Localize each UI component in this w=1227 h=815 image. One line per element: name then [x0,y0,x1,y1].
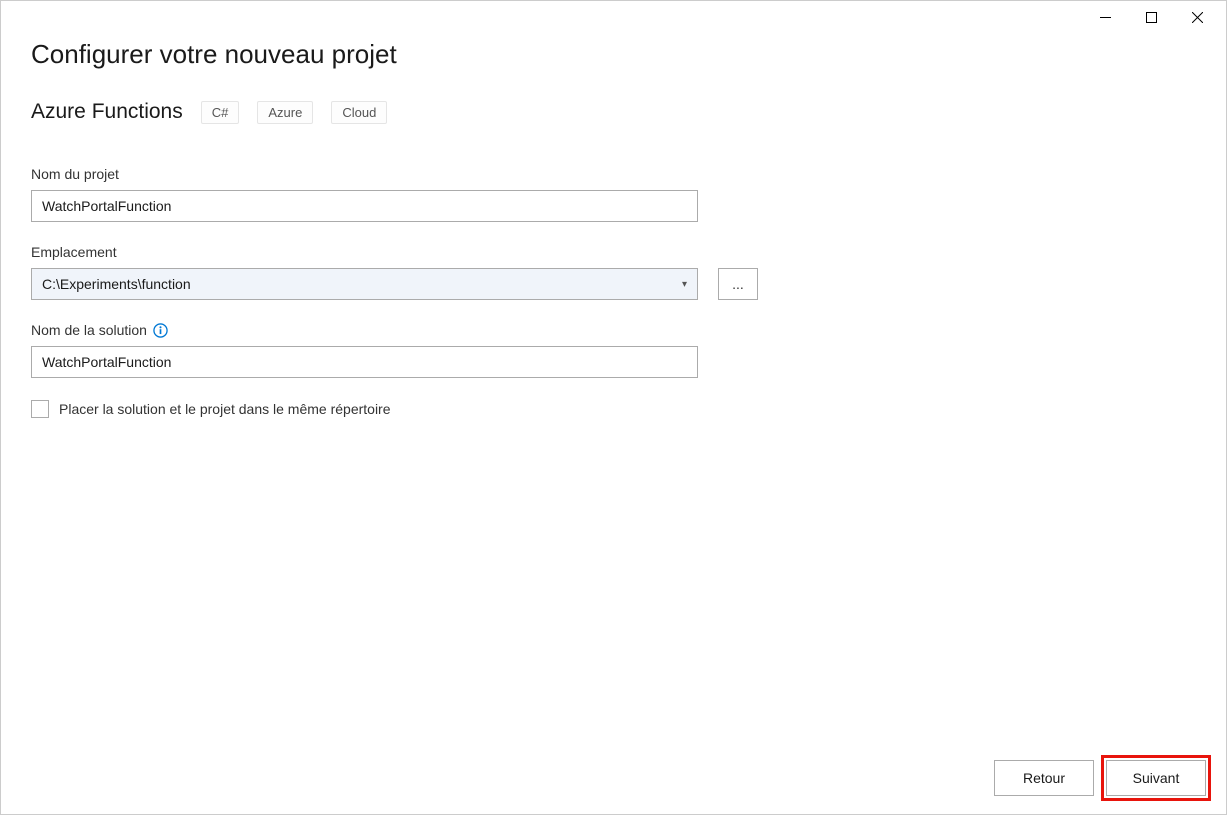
browse-button[interactable]: ... [718,268,758,300]
title-bar [1,1,1226,33]
next-button[interactable]: Suivant [1106,760,1206,796]
footer-buttons: Retour Suivant [994,760,1206,796]
minimize-button[interactable] [1082,1,1128,33]
subtitle-row: Azure Functions C# Azure Cloud [31,100,1196,124]
page-title: Configurer votre nouveau projet [31,39,1196,70]
same-directory-row: Placer la solution et le projet dans le … [31,400,1196,418]
tag-cloud: Cloud [331,101,387,124]
project-name-label: Nom du projet [31,166,1196,182]
location-value: C:\Experiments\function [42,276,191,292]
close-button[interactable] [1174,1,1220,33]
close-icon [1192,12,1203,23]
maximize-button[interactable] [1128,1,1174,33]
project-name-group: Nom du projet [31,166,1196,222]
solution-name-group: Nom de la solution [31,322,1196,378]
location-group: Emplacement C:\Experiments\function ▾ ..… [31,244,1196,300]
tag-csharp: C# [201,101,240,124]
chevron-down-icon: ▾ [682,279,687,290]
template-name: Azure Functions [31,100,183,124]
tag-azure: Azure [257,101,313,124]
project-name-input[interactable] [31,190,698,222]
same-directory-checkbox[interactable] [31,400,49,418]
location-combobox[interactable]: C:\Experiments\function ▾ [31,268,698,300]
info-icon[interactable] [153,322,169,338]
solution-name-label: Nom de la solution [31,322,147,338]
back-button[interactable]: Retour [994,760,1094,796]
same-directory-label: Placer la solution et le projet dans le … [59,401,391,417]
maximize-icon [1146,12,1157,23]
location-label: Emplacement [31,244,1196,260]
dialog-content: Configurer votre nouveau projet Azure Fu… [1,33,1226,418]
minimize-icon [1100,12,1111,23]
solution-name-input[interactable] [31,346,698,378]
